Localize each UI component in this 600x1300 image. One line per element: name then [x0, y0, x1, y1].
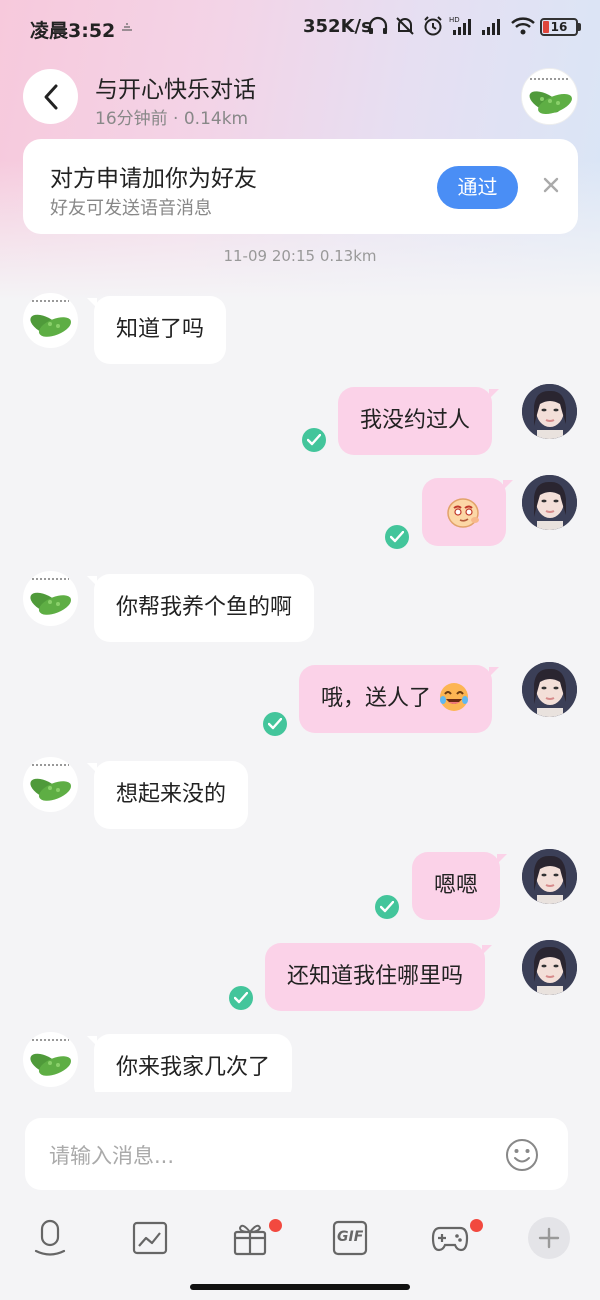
bitter-melon-image	[30, 764, 72, 801]
read-check-icon	[229, 986, 253, 1010]
my-avatar[interactable]	[522, 384, 577, 439]
back-button[interactable]	[23, 69, 78, 124]
signal-hd-icon: HD	[449, 15, 475, 41]
emoji-button[interactable]	[505, 1138, 539, 1172]
incoming-message[interactable]: 你帮我养个鱼的啊	[86, 574, 315, 642]
chat-title: 与开心快乐对话	[95, 77, 256, 103]
image-icon[interactable]	[130, 1218, 170, 1258]
user-portrait-image	[522, 940, 577, 995]
status-time: 凌晨3:52	[30, 20, 116, 42]
my-avatar[interactable]	[522, 662, 577, 717]
contact-avatar[interactable]	[23, 757, 78, 812]
user-portrait-image	[522, 475, 577, 530]
message-timestamp: 11-09 20:15 0.13km	[223, 247, 377, 265]
bitter-melon-image	[30, 1039, 72, 1076]
thinking-face-sticker-icon	[447, 498, 479, 528]
incoming-message[interactable]: 知道了吗	[86, 296, 227, 364]
microphone-icon[interactable]	[30, 1218, 70, 1258]
read-check-icon	[375, 895, 399, 919]
my-avatar[interactable]	[522, 475, 577, 530]
headphones-icon	[367, 15, 389, 41]
incoming-message[interactable]: 你来我家几次了	[86, 1034, 293, 1092]
contact-avatar[interactable]	[23, 293, 78, 348]
gift-icon[interactable]	[230, 1218, 270, 1258]
my-avatar[interactable]	[522, 849, 577, 904]
battery-fill	[543, 21, 549, 33]
battery-level: 16	[550, 20, 568, 34]
gif-icon[interactable]: GIF	[330, 1218, 370, 1258]
outgoing-message[interactable]: 还知道我住哪里吗	[265, 943, 493, 1011]
friend-request-card: 对方申请加你为好友 好友可发送语音消息 通过	[23, 139, 578, 234]
alarm-icon	[422, 15, 444, 41]
battery-indicator: 16	[540, 18, 578, 36]
smiley-icon	[506, 1139, 538, 1171]
outgoing-sticker-message[interactable]	[422, 478, 513, 546]
user-portrait-image	[522, 384, 577, 439]
bitter-melon-image	[522, 69, 577, 124]
incoming-message[interactable]: 想起来没的	[86, 761, 249, 829]
friend-request-subtitle: 好友可发送语音消息	[50, 198, 212, 219]
status-bar: 凌晨3:52 352K/s HD 16	[0, 0, 600, 54]
contact-avatar[interactable]	[23, 571, 78, 626]
read-check-icon	[302, 428, 326, 452]
gift-notification-dot	[269, 1219, 282, 1232]
approve-button[interactable]: 通过	[437, 166, 518, 209]
chevron-left-icon	[44, 84, 57, 109]
mute-bell-icon	[394, 15, 416, 41]
close-icon[interactable]	[539, 173, 563, 197]
bitter-melon-image	[30, 578, 72, 615]
chat-meta: 16分钟前 · 0.14km	[95, 109, 249, 129]
contact-avatar[interactable]	[521, 68, 578, 125]
signal-icon	[480, 15, 504, 41]
plus-icon	[538, 1227, 560, 1249]
outgoing-message[interactable]: 哦，送人了	[299, 665, 500, 733]
svg-text:HD: HD	[449, 16, 460, 24]
more-button[interactable]	[528, 1217, 570, 1259]
notification-icon	[121, 22, 133, 35]
outgoing-message[interactable]: 我没约过人	[338, 387, 500, 455]
game-controller-icon[interactable]	[430, 1218, 470, 1258]
bitter-melon-image	[30, 300, 72, 337]
home-indicator[interactable]	[190, 1284, 410, 1290]
read-check-icon	[263, 712, 287, 736]
network-speed: 352K/s	[303, 16, 372, 37]
outgoing-message[interactable]: 嗯嗯	[412, 852, 508, 920]
gif-label: GIF	[337, 1229, 364, 1245]
message-list-clip: 你来我家几次了	[0, 1020, 600, 1092]
message-input[interactable]: 请输入消息...	[25, 1118, 568, 1190]
game-notification-dot	[470, 1219, 483, 1232]
read-check-icon	[385, 525, 409, 549]
contact-avatar[interactable]	[23, 1032, 78, 1087]
user-portrait-image	[522, 849, 577, 904]
battery-tip	[578, 23, 581, 31]
wifi-icon	[510, 15, 536, 41]
message-text: 哦，送人了	[321, 686, 432, 711]
laughing-crying-emoji-icon	[440, 683, 469, 711]
message-input-placeholder: 请输入消息...	[49, 1144, 175, 1168]
user-portrait-image	[522, 662, 577, 717]
my-avatar[interactable]	[522, 940, 577, 995]
friend-request-title: 对方申请加你为好友	[50, 166, 257, 192]
